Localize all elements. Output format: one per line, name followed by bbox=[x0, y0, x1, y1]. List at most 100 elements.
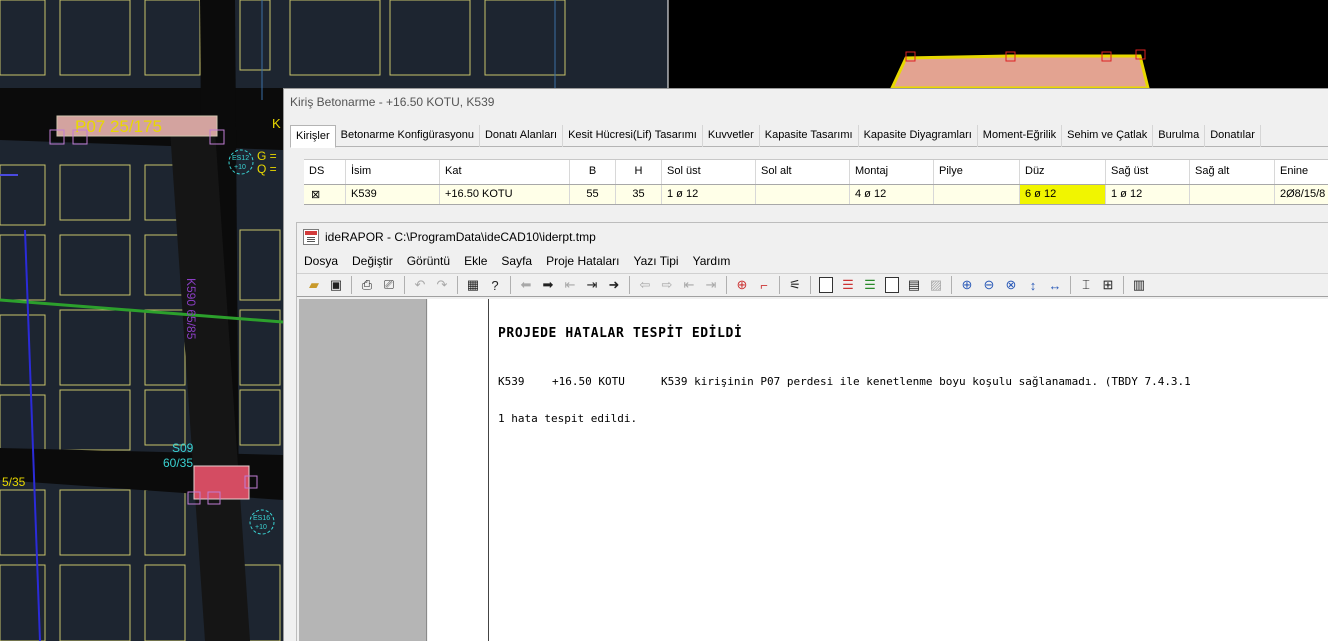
toolbar-separator bbox=[457, 276, 458, 294]
col-header-h[interactable]: H bbox=[616, 160, 662, 184]
toolbar: ▰ ▣ ⎙ ⎚ ↶ ↷ ▦ ? ⬅ ➡ ⇤ ⇥ ➜ ⇦ ⇨ ⇤ ⇥ ⊕ ⌐ ⚟ … bbox=[297, 273, 1328, 297]
menu-yardim[interactable]: Yardım bbox=[686, 251, 738, 271]
menu-ekle[interactable]: Ekle bbox=[457, 251, 494, 271]
col-header-montaj[interactable]: Montaj bbox=[850, 160, 934, 184]
tab-moment-egrilik[interactable]: Moment-Eğrilik bbox=[978, 125, 1063, 147]
error-line[interactable]: K539 +16.50 KOTU K539 kirişinin P07 perd… bbox=[498, 375, 1191, 388]
menu-sayfa[interactable]: Sayfa bbox=[494, 251, 539, 271]
col-header-ds[interactable]: DS bbox=[304, 160, 346, 184]
page-icon[interactable] bbox=[815, 275, 837, 295]
toolbar-separator bbox=[810, 276, 811, 294]
col-header-sol-ust[interactable]: Sol üst bbox=[662, 160, 756, 184]
last-error-icon[interactable]: ⇥ bbox=[700, 275, 722, 295]
iderapor-app-icon bbox=[303, 229, 319, 245]
open-folder-icon[interactable]: ▰ bbox=[303, 275, 325, 295]
zoom-out-icon[interactable]: ⊖ bbox=[978, 275, 1000, 295]
tab-donati-alanlari[interactable]: Donatı Alanları bbox=[480, 125, 564, 147]
tab-sehim-ve-catlak[interactable]: Sehim ve Çatlak bbox=[1062, 125, 1154, 147]
page-red-icon[interactable]: ☰ bbox=[837, 275, 859, 295]
cell-b[interactable]: 55 bbox=[570, 185, 616, 204]
tab-donatilar[interactable]: Donatılar bbox=[1205, 125, 1261, 147]
save-icon[interactable]: ▣ bbox=[325, 275, 347, 295]
undo-icon[interactable]: ↶ bbox=[409, 275, 431, 295]
tab-kuvvetler[interactable]: Kuvvetler bbox=[703, 125, 760, 147]
tab-burulma[interactable]: Burulma bbox=[1153, 125, 1206, 147]
col-header-sag-ust[interactable]: Sağ üst bbox=[1106, 160, 1190, 184]
prev-error-icon[interactable]: ⇦ bbox=[634, 275, 656, 295]
table-header-row: DS İsim Kat B H Sol üst Sol alt Montaj P… bbox=[304, 160, 1328, 184]
page-break-icon[interactable]: ⌐ bbox=[753, 275, 775, 295]
report-window-title: ideRAPOR - C:\ProgramData\ideCAD10\iderp… bbox=[325, 230, 596, 244]
tab-betonarme-konfigurasyonu[interactable]: Betonarme Konfigürasyonu bbox=[336, 125, 480, 147]
first-page-icon[interactable]: ⇤ bbox=[559, 275, 581, 295]
tab-kirisler[interactable]: Kirişler bbox=[290, 125, 336, 148]
menu-degistir[interactable]: Değiştir bbox=[345, 251, 400, 271]
target-icon[interactable]: ⊕ bbox=[731, 275, 753, 295]
ds-checkbox[interactable]: ⊠ bbox=[304, 185, 346, 204]
image-icon[interactable]: ▨ bbox=[925, 275, 947, 295]
goto-page-icon[interactable]: ➜ bbox=[603, 275, 625, 295]
col-header-kat[interactable]: Kat bbox=[440, 160, 570, 184]
menu-dosya[interactable]: Dosya bbox=[297, 251, 345, 271]
fit-width-icon[interactable]: ↔ bbox=[1044, 275, 1066, 295]
cad-label-es16: ES16 bbox=[253, 515, 270, 522]
tab-kapasite-diyagramlari[interactable]: Kapasite Diyagramları bbox=[859, 125, 978, 147]
cell-h[interactable]: 35 bbox=[616, 185, 662, 204]
zoom-fit-icon[interactable]: ⊗ bbox=[1000, 275, 1022, 295]
error-beam: K539 bbox=[498, 375, 525, 388]
tab-kapasite-tasarimi[interactable]: Kapasite Tasarımı bbox=[760, 125, 859, 147]
cad-label-s09: S09 bbox=[172, 441, 194, 455]
cell-kat[interactable]: +16.50 KOTU bbox=[440, 185, 570, 204]
iderapor-window[interactable]: ideRAPOR - C:\ProgramData\ideCAD10\iderp… bbox=[296, 222, 1328, 641]
first-error-icon[interactable]: ⇤ bbox=[678, 275, 700, 295]
zoom-in-icon[interactable]: ⊕ bbox=[956, 275, 978, 295]
cell-sag-alt[interactable] bbox=[1190, 185, 1275, 204]
page-green-icon[interactable]: ☰ bbox=[859, 275, 881, 295]
cell-montaj[interactable]: 4 ø 12 bbox=[850, 185, 934, 204]
print-preview-icon[interactable]: ⎙ bbox=[356, 275, 378, 295]
menu-goruntu[interactable]: Görüntü bbox=[400, 251, 457, 271]
page-header-icon[interactable] bbox=[881, 275, 903, 295]
next-error-icon[interactable]: ⇨ bbox=[656, 275, 678, 295]
cell-pilye[interactable] bbox=[934, 185, 1020, 204]
calculator-icon[interactable]: ▦ bbox=[462, 275, 484, 295]
report-heading: PROJEDE HATALAR TESPİT EDİLDİ bbox=[498, 326, 743, 341]
cell-sag-ust[interactable]: 1 ø 12 bbox=[1106, 185, 1190, 204]
arrow-left-icon[interactable]: ⬅ bbox=[515, 275, 537, 295]
settings-page-icon[interactable]: ▥ bbox=[1128, 275, 1150, 295]
col-header-b[interactable]: B bbox=[570, 160, 616, 184]
menu-proje-hatalari[interactable]: Proje Hataları bbox=[539, 251, 626, 271]
col-header-pilye[interactable]: Pilye bbox=[934, 160, 1020, 184]
cell-sol-ust[interactable]: 1 ø 12 bbox=[662, 185, 756, 204]
cell-enine[interactable]: 2Ø8/15/8 bbox=[1275, 185, 1328, 204]
page-margin-line bbox=[488, 299, 489, 641]
cell-duz[interactable]: 6 ø 12 bbox=[1020, 185, 1106, 204]
single-page-icon[interactable]: ⌶ bbox=[1075, 275, 1097, 295]
toolbar-separator bbox=[1123, 276, 1124, 294]
col-header-isim[interactable]: İsim bbox=[346, 160, 440, 184]
multi-page-icon[interactable]: ⊞ bbox=[1097, 275, 1119, 295]
table-icon[interactable]: ▤ bbox=[903, 275, 925, 295]
redo-icon[interactable]: ↷ bbox=[431, 275, 453, 295]
cell-isim[interactable]: K539 bbox=[346, 185, 440, 204]
toolbar-separator bbox=[404, 276, 405, 294]
last-page-icon[interactable]: ⇥ bbox=[581, 275, 603, 295]
menu-yazi-tipi[interactable]: Yazı Tipi bbox=[626, 251, 685, 271]
col-header-sol-alt[interactable]: Sol alt bbox=[756, 160, 850, 184]
col-header-sag-alt[interactable]: Sağ alt bbox=[1190, 160, 1275, 184]
tree-icon[interactable]: ⚟ bbox=[784, 275, 806, 295]
toolbar-separator bbox=[951, 276, 952, 294]
col-header-enine[interactable]: Enine bbox=[1275, 160, 1328, 184]
cad-label-q: Q = bbox=[257, 162, 277, 176]
arrow-right-icon[interactable]: ➡ bbox=[537, 275, 559, 295]
table-row[interactable]: ⊠ K539 +16.50 KOTU 55 35 1 ø 12 4 ø 12 6… bbox=[304, 184, 1328, 205]
cell-sol-alt[interactable] bbox=[756, 185, 850, 204]
tab-kesit-hucresi[interactable]: Kesit Hücresi(Lif) Tasarımı bbox=[563, 125, 703, 147]
col-header-duz[interactable]: Düz bbox=[1020, 160, 1106, 184]
help-icon[interactable]: ? bbox=[484, 275, 506, 295]
print-icon[interactable]: ⎚ bbox=[378, 275, 400, 295]
page-thumbnail-panel[interactable] bbox=[299, 299, 427, 641]
report-page[interactable]: PROJEDE HATALAR TESPİT EDİLDİ K539 +16.5… bbox=[428, 299, 1328, 641]
cad-label-k: K bbox=[272, 116, 281, 131]
fit-height-icon[interactable]: ↕ bbox=[1022, 275, 1044, 295]
